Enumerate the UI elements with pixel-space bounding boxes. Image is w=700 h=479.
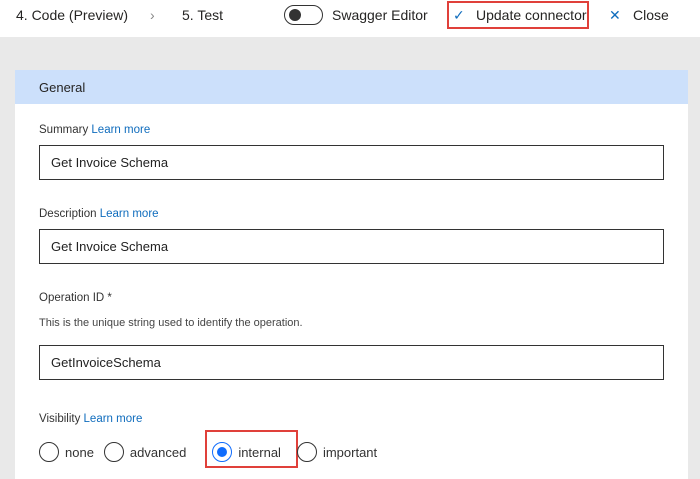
step-test[interactable]: 5. Test [182,7,223,23]
description-label: Description Learn more [39,208,159,220]
summary-label: Summary Learn more [39,124,150,136]
summary-learn-more-link[interactable]: Learn more [91,124,150,136]
general-header[interactable]: General [15,70,688,104]
summary-input[interactable]: Get Invoice Schema [39,145,664,180]
radio-circle[interactable] [39,442,59,462]
radio-label: internal [238,444,281,460]
close-icon[interactable]: ✕ [609,7,621,24]
radio-label: important [322,444,378,460]
visibility-learn-more-link[interactable]: Learn more [84,413,143,425]
description-learn-more-link[interactable]: Learn more [100,208,159,220]
radio-none[interactable]: none [39,442,94,462]
swagger-editor-toggle[interactable] [284,5,323,25]
radio-internal[interactable]: internal [212,442,281,462]
radio-important[interactable]: important [296,442,378,462]
radio-circle-selected[interactable] [212,442,233,462]
radio-circle[interactable] [296,442,317,462]
toggle-knob [289,9,301,21]
step-code-preview[interactable]: 4. Code (Preview) [16,7,128,23]
radio-circle[interactable] [103,442,124,462]
description-input[interactable]: Get Invoice Schema [39,229,664,264]
visibility-radio-group: none advanced internal important [39,442,387,462]
check-icon: ✓ [453,7,465,23]
description-label-text: Description [39,208,97,220]
summary-label-text: Summary [39,124,89,136]
update-connector-button[interactable]: Update connector [476,7,587,23]
operation-id-input[interactable]: GetInvoiceSchema [39,345,664,380]
radio-advanced[interactable]: advanced [103,442,187,462]
swagger-editor-label: Swagger Editor [332,7,428,23]
operation-id-label: Operation ID * [39,292,112,304]
operation-id-help: This is the unique string used to identi… [39,317,303,329]
radio-label: none [65,444,94,460]
chevron-right-icon: › [150,7,155,23]
top-bar: 4. Code (Preview) › 5. Test Swagger Edit… [0,0,700,37]
visibility-label-text: Visibility [39,413,81,425]
visibility-label: Visibility Learn more [39,413,142,425]
close-button[interactable]: Close [633,7,669,23]
general-panel: General Summary Learn more Get Invoice S… [15,70,688,479]
radio-label: advanced [129,444,187,460]
